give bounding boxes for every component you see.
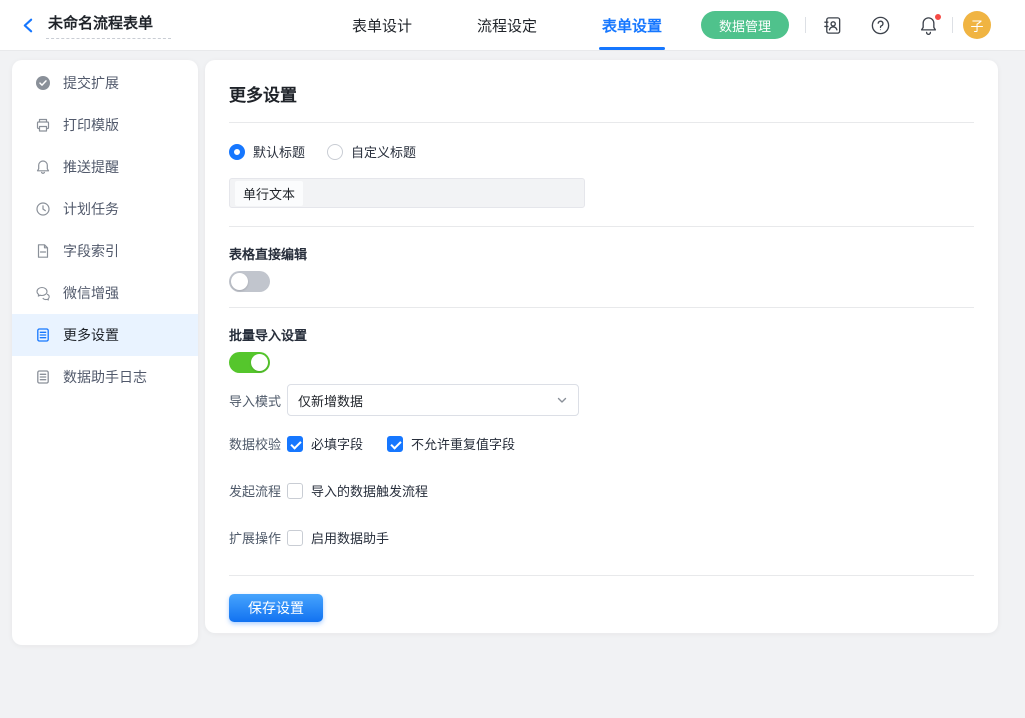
file-icon bbox=[35, 243, 51, 259]
checkbox-label: 启用数据助手 bbox=[311, 528, 389, 547]
save-settings-button[interactable]: 保存设置 bbox=[229, 594, 323, 622]
sidebar-item-scheduled-task[interactable]: 计划任务 bbox=[12, 188, 198, 230]
sidebar-item-label: 提交扩展 bbox=[63, 73, 119, 93]
title-mode-radio-group: 默认标题 自定义标题 bbox=[229, 142, 974, 161]
user-avatar[interactable]: 子 bbox=[963, 11, 991, 39]
checkbox-unchecked-icon bbox=[287, 530, 303, 546]
data-validation-label: 数据校验 bbox=[229, 434, 281, 453]
checkbox-unchecked-icon bbox=[287, 483, 303, 499]
tab-form-settings[interactable]: 表单设置 bbox=[602, 0, 662, 50]
checkbox-label: 导入的数据触发流程 bbox=[311, 481, 428, 500]
sidebar-item-print-template[interactable]: 打印模版 bbox=[12, 104, 198, 146]
sidebar-item-data-assistant-log[interactable]: 数据助手日志 bbox=[12, 356, 198, 398]
extension-ops-label: 扩展操作 bbox=[229, 528, 281, 547]
radio-selected-icon bbox=[229, 144, 245, 160]
radio-default-title[interactable]: 默认标题 bbox=[229, 142, 305, 161]
header-left: 未命名流程表单 bbox=[20, 11, 171, 39]
sidebar-item-more-settings[interactable]: 更多设置 bbox=[12, 314, 198, 356]
sidebar-item-field-index[interactable]: 字段索引 bbox=[12, 230, 198, 272]
batch-import-label: 批量导入设置 bbox=[229, 325, 974, 344]
back-button[interactable] bbox=[20, 17, 37, 34]
settings-sidebar: 提交扩展 打印模版 推送提醒 bbox=[12, 60, 198, 645]
radio-custom-title[interactable]: 自定义标题 bbox=[327, 142, 416, 161]
trigger-flow-label: 发起流程 bbox=[229, 481, 281, 500]
radio-label: 默认标题 bbox=[253, 142, 305, 161]
settings-panel: 更多设置 默认标题 自定义标题 单行文本 表格直接编辑 bbox=[205, 60, 998, 633]
import-mode-row: 导入模式 仅新增数据 bbox=[229, 384, 974, 416]
import-mode-select[interactable]: 仅新增数据 bbox=[287, 384, 579, 416]
toggle-knob bbox=[231, 273, 248, 290]
batch-import-toggle[interactable] bbox=[229, 352, 270, 373]
sidebar-item-label: 微信增强 bbox=[63, 283, 119, 303]
chevron-down-icon bbox=[556, 394, 568, 406]
doc-lines-icon bbox=[35, 369, 51, 385]
sidebar-item-push-reminder[interactable]: 推送提醒 bbox=[12, 146, 198, 188]
checkbox-checked-icon bbox=[287, 436, 303, 452]
header-divider bbox=[952, 17, 953, 33]
clock-icon bbox=[35, 201, 51, 217]
field-token: 单行文本 bbox=[235, 181, 303, 206]
sidebar-item-label: 计划任务 bbox=[63, 199, 119, 219]
checkbox-no-duplicate-fields[interactable]: 不允许重复值字段 bbox=[387, 434, 515, 453]
avatar-text: 子 bbox=[970, 16, 983, 35]
tab-flow-setting[interactable]: 流程设定 bbox=[477, 0, 537, 50]
contact-book-icon[interactable] bbox=[822, 15, 843, 36]
doc-lines-icon bbox=[35, 327, 51, 343]
trigger-flow-row: 发起流程 导入的数据触发流程 bbox=[229, 481, 974, 500]
checkbox-label: 不允许重复值字段 bbox=[411, 434, 515, 453]
sidebar-item-label: 字段索引 bbox=[63, 241, 119, 261]
title-mode-section: 默认标题 自定义标题 单行文本 bbox=[229, 123, 974, 227]
notification-dot bbox=[934, 13, 942, 21]
sidebar-item-wechat-enhance[interactable]: 微信增强 bbox=[12, 272, 198, 314]
checkbox-checked-icon bbox=[387, 436, 403, 452]
sidebar-item-label: 更多设置 bbox=[63, 325, 119, 345]
extension-ops-row: 扩展操作 启用数据助手 bbox=[229, 528, 974, 547]
notification-bell-icon[interactable] bbox=[918, 15, 939, 36]
chevron-left-icon bbox=[20, 17, 37, 34]
top-header: 未命名流程表单 表单设计 流程设定 表单设置 数据管理 bbox=[0, 0, 1025, 51]
checkbox-enable-data-assistant[interactable]: 启用数据助手 bbox=[287, 528, 389, 547]
sidebar-item-label: 推送提醒 bbox=[63, 157, 119, 177]
default-title-input: 单行文本 bbox=[229, 178, 585, 208]
header-right: 数据管理 bbox=[701, 0, 991, 50]
help-icon[interactable] bbox=[870, 15, 891, 36]
select-value: 仅新增数据 bbox=[298, 391, 363, 410]
table-edit-section: 表格直接编辑 bbox=[229, 227, 974, 308]
content-area: 提交扩展 打印模版 推送提醒 bbox=[0, 51, 1025, 718]
batch-import-section: 批量导入设置 导入模式 仅新增数据 数据校验 必填字段 bbox=[229, 308, 974, 576]
data-validation-row: 数据校验 必填字段 不允许重复值字段 bbox=[229, 434, 974, 453]
sidebar-item-label: 打印模版 bbox=[63, 115, 119, 135]
sidebar-item-label: 数据助手日志 bbox=[63, 367, 147, 387]
nav-tabs: 表单设计 流程设定 表单设置 bbox=[352, 0, 662, 50]
check-circle-icon bbox=[35, 75, 51, 91]
table-edit-toggle[interactable] bbox=[229, 271, 270, 292]
printer-icon bbox=[35, 117, 51, 133]
radio-label: 自定义标题 bbox=[351, 142, 416, 161]
radio-unselected-icon bbox=[327, 144, 343, 160]
page-title: 更多设置 bbox=[229, 60, 974, 123]
app-window: 未命名流程表单 表单设计 流程设定 表单设置 数据管理 bbox=[0, 0, 1025, 718]
checkbox-label: 必填字段 bbox=[311, 434, 363, 453]
toggle-knob bbox=[251, 354, 268, 371]
wechat-icon bbox=[35, 285, 51, 301]
import-mode-label: 导入模式 bbox=[229, 391, 281, 410]
document-title[interactable]: 未命名流程表单 bbox=[46, 11, 171, 39]
checkbox-required-fields[interactable]: 必填字段 bbox=[287, 434, 363, 453]
checkbox-imported-data-trigger[interactable]: 导入的数据触发流程 bbox=[287, 481, 428, 500]
table-edit-label: 表格直接编辑 bbox=[229, 244, 974, 263]
sidebar-item-submit-extension[interactable]: 提交扩展 bbox=[12, 62, 198, 104]
header-divider bbox=[805, 17, 806, 33]
bell-icon bbox=[35, 159, 51, 175]
tab-form-design[interactable]: 表单设计 bbox=[352, 0, 412, 50]
save-row: 保存设置 bbox=[229, 576, 974, 622]
data-manage-button[interactable]: 数据管理 bbox=[701, 11, 789, 39]
